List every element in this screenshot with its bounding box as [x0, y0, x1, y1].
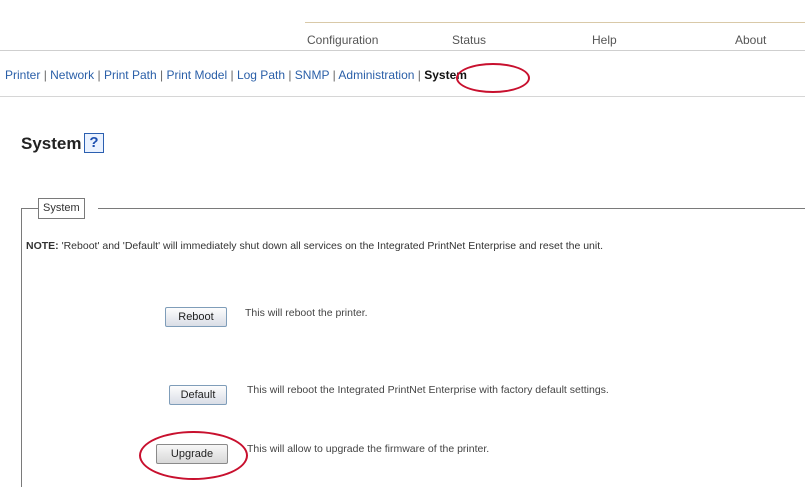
top-nav-configuration[interactable]: Configuration — [307, 33, 378, 47]
top-nav-bottom-divider — [0, 50, 805, 51]
highlight-circle-system-tab — [456, 63, 530, 93]
subnav-item-administration[interactable]: Administration — [338, 68, 414, 82]
reboot-description: This will reboot the printer. — [245, 307, 368, 319]
reboot-button[interactable]: Reboot — [165, 307, 227, 327]
sub-navigation: Printer | Network | Print Path | Print M… — [5, 68, 467, 82]
top-nav-divider — [305, 22, 805, 23]
subnav-item-print-path[interactable]: Print Path — [104, 68, 157, 82]
note-text: NOTE: 'Reboot' and 'Default' will immedi… — [26, 240, 603, 252]
subnav-item-log-path[interactable]: Log Path — [237, 68, 285, 82]
subnav-item-network[interactable]: Network — [50, 68, 94, 82]
subnav-item-printer[interactable]: Printer — [5, 68, 40, 82]
fieldset-border — [21, 208, 22, 487]
top-nav-status[interactable]: Status — [452, 33, 486, 47]
subnav-divider — [0, 96, 805, 97]
fieldset-border — [21, 208, 38, 209]
highlight-circle-upgrade-button — [139, 431, 248, 480]
subnav-item-snmp[interactable]: SNMP — [295, 68, 329, 82]
fieldset-legend: System — [38, 198, 85, 219]
upgrade-description: This will allow to upgrade the firmware … — [247, 443, 490, 455]
note-label: NOTE: — [26, 240, 59, 252]
help-icon[interactable]: ? — [84, 133, 104, 153]
page-title: System — [21, 134, 82, 153]
subnav-item-print-model[interactable]: Print Model — [166, 68, 227, 82]
fieldset-border — [98, 208, 805, 209]
default-description: This will reboot the Integrated PrintNet… — [247, 384, 609, 396]
top-nav-about[interactable]: About — [735, 33, 766, 47]
top-nav-help[interactable]: Help — [592, 33, 617, 47]
note-body: 'Reboot' and 'Default' will immediately … — [58, 240, 604, 252]
top-navigation: Configuration Status Help About — [0, 0, 805, 52]
default-button[interactable]: Default — [169, 385, 227, 405]
